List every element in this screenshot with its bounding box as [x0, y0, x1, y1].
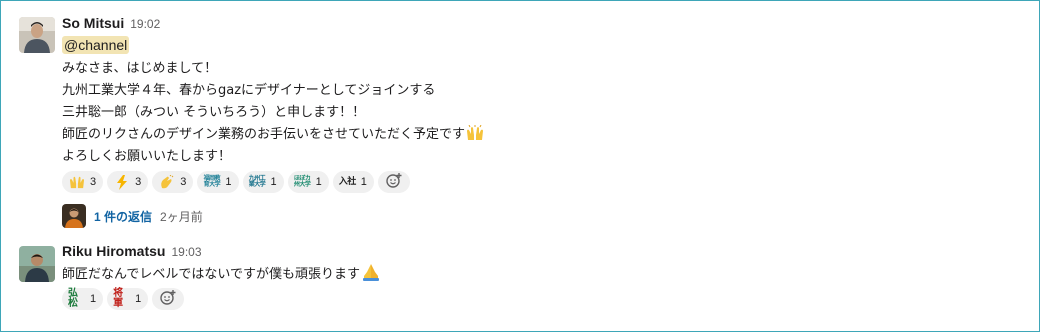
reaction-bar: 弘松 1 将軍 1 — [62, 288, 185, 312]
timestamp[interactable]: 19:02 — [130, 17, 160, 31]
reaction-count: 1 — [90, 293, 97, 305]
message-line: 師匠だなんでレベルではないですが僕も頑張ります — [62, 263, 381, 285]
avatar[interactable] — [19, 17, 55, 53]
message-line: 三井聡一郎（みつい そういちろう）と申します！！ — [62, 105, 366, 120]
reaction-kosho[interactable]: 弘松 1 — [62, 288, 104, 310]
reaction-bar: 3 3 3 福岡教 育大学 1 九州工 業大学 1 ほぼカ 州大学 1 入社 1 — [62, 171, 410, 195]
message-text: 師匠だなんでレベルではないですが僕も頑張ります — [62, 267, 360, 282]
reaction-count: 3 — [180, 176, 187, 188]
reaction-raised-hands[interactable]: 3 — [62, 171, 104, 193]
thread-reply-avatar — [62, 204, 86, 228]
kosho-custom-emoji: 弘松 — [68, 288, 78, 309]
reaction-fukuoka-university[interactable]: 福岡教 育大学 1 — [197, 171, 239, 193]
reaction-hofu[interactable]: ほぼカ 州大学 1 — [287, 171, 329, 193]
kyushu-tech-custom-emoji: 九州工 業大学 — [248, 175, 266, 188]
thread-reply-count[interactable]: 1 件の返信 — [94, 208, 152, 225]
message-line: @channel — [62, 36, 130, 58]
thread-replies[interactable]: 1 件の返信 2ヶ月前 — [62, 204, 203, 228]
add-reaction-button[interactable] — [152, 288, 185, 310]
add-emoji-icon — [385, 172, 403, 192]
message-line: みなさま、はじめまして！ — [62, 61, 218, 76]
reaction-count: 1 — [315, 176, 322, 188]
thread-last-reply-time: 2ヶ月前 — [160, 209, 203, 224]
message-text: 師匠のリクさんのデザイン業務のお手伝いをさせていただく予定です — [62, 127, 466, 142]
raised-hands-icon — [466, 124, 484, 149]
reaction-zap[interactable]: 3 — [107, 171, 149, 193]
avatar[interactable] — [19, 246, 55, 282]
timestamp[interactable]: 19:03 — [171, 245, 201, 259]
folded-hands-icon — [361, 263, 381, 289]
author-name[interactable]: So Mitsui — [62, 15, 124, 31]
raised-hands-icon — [68, 174, 85, 191]
clapping-hands-icon — [158, 174, 175, 191]
zap-icon — [113, 174, 130, 191]
shogun-custom-emoji: 将軍 — [113, 288, 123, 309]
message-line: よろしくお願いいたします！ — [62, 149, 232, 164]
add-emoji-icon — [159, 289, 177, 309]
reaction-count: 1 — [360, 176, 367, 188]
reaction-count: 1 — [135, 293, 142, 305]
message-header: Riku Hiromatsu 19:03 — [62, 243, 202, 263]
hofu-custom-emoji: ほぼカ 州大学 — [293, 175, 311, 188]
reaction-count: 3 — [90, 176, 97, 188]
reaction-shogun[interactable]: 将軍 1 — [107, 288, 149, 310]
fukuoka-university-custom-emoji: 福岡教 育大学 — [203, 175, 221, 188]
channel-mention[interactable]: @channel — [62, 36, 130, 54]
message-header: So Mitsui 19:02 — [62, 15, 160, 35]
reaction-clapping-hands[interactable]: 3 — [152, 171, 194, 193]
author-name[interactable]: Riku Hiromatsu — [62, 243, 165, 259]
add-reaction-button[interactable] — [377, 171, 410, 193]
nyuusha-custom-emoji: 入社 — [338, 176, 357, 187]
reaction-count: 3 — [135, 176, 142, 188]
message-line: 九州工業大学４年、春からgazにデザイナーとしてジョインする — [62, 83, 436, 98]
message-pane: So Mitsui 19:02 @channel みなさま、はじめまして！ 九州… — [0, 0, 1040, 332]
reaction-nyuusha[interactable]: 入社 1 — [332, 171, 374, 193]
reaction-count: 1 — [270, 176, 277, 188]
reaction-kyushu-tech[interactable]: 九州工 業大学 1 — [242, 171, 284, 193]
reaction-count: 1 — [225, 176, 232, 188]
message-line: 師匠のリクさんのデザイン業務のお手伝いをさせていただく予定です — [62, 124, 484, 146]
